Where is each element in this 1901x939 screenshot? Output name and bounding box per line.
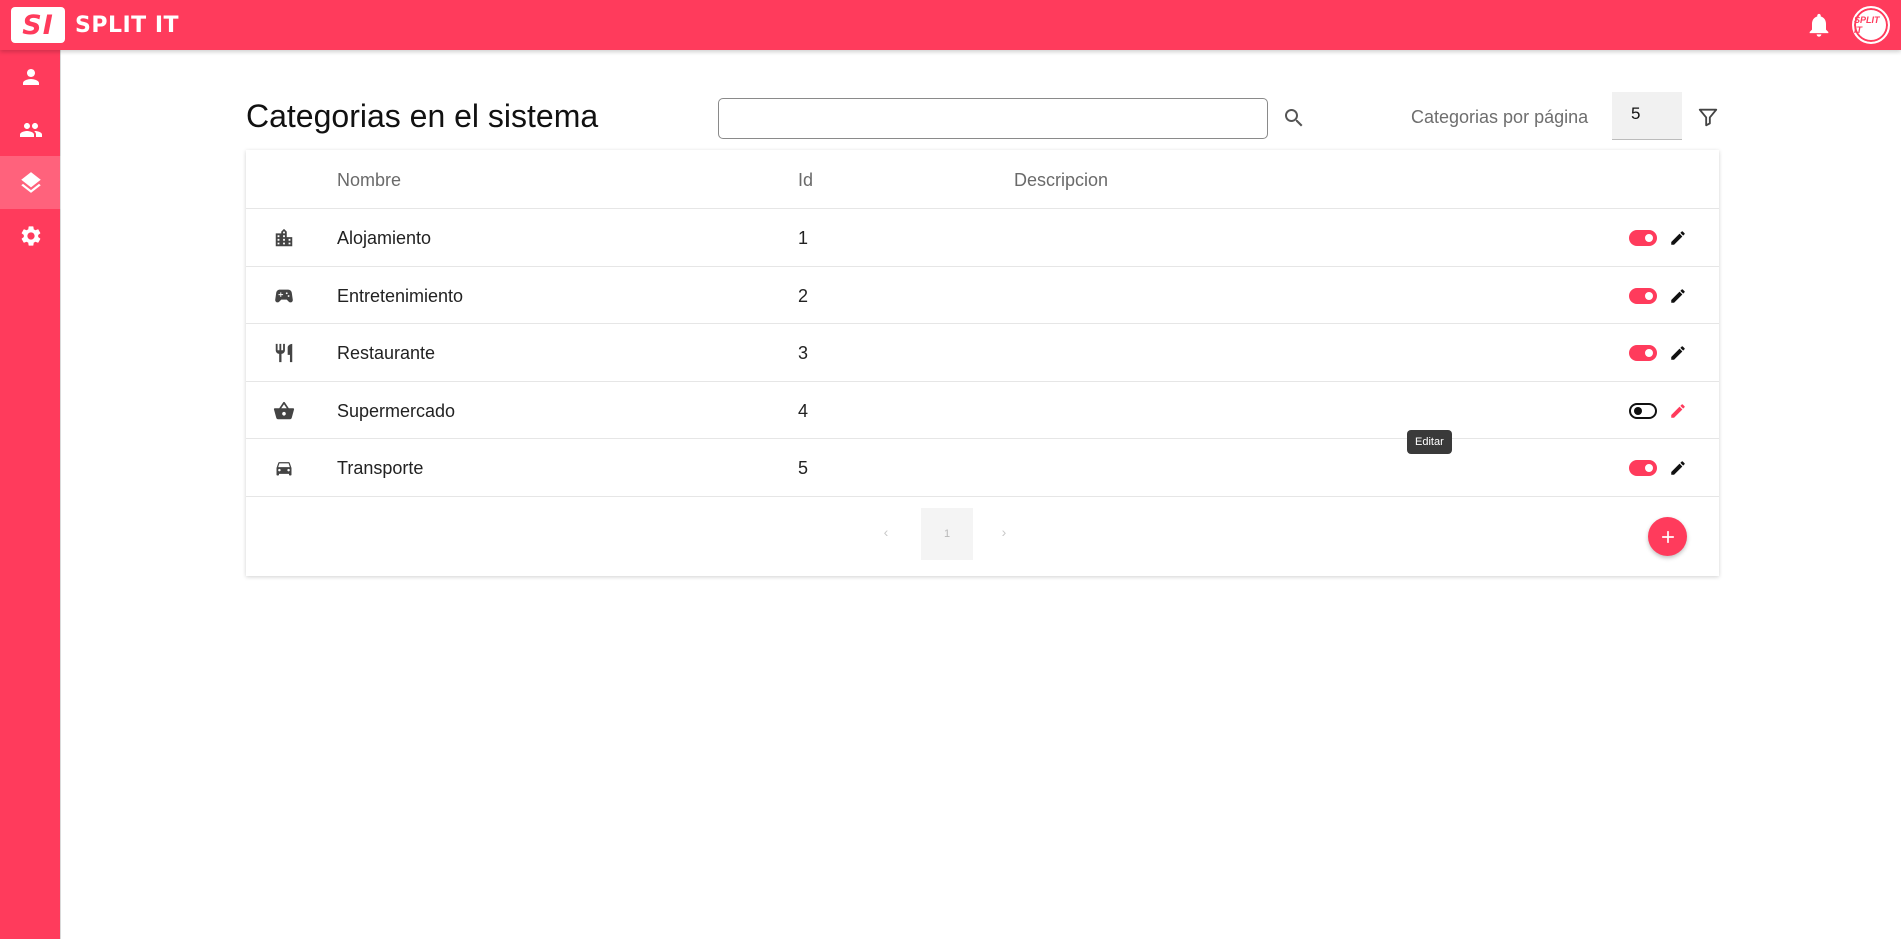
search-icon xyxy=(1285,109,1303,127)
page-header: Categorias en el sistema Categorias por … xyxy=(246,88,1719,144)
gamepad-icon xyxy=(271,283,297,309)
pencil-icon xyxy=(1671,461,1685,475)
user-avatar[interactable]: SPLIT IT xyxy=(1852,6,1890,44)
layers-icon xyxy=(20,171,41,193)
previous-page-button[interactable]: ‹ xyxy=(877,523,895,541)
categories-table: Nombre Id Descripcion Alojamiento 1 Entr… xyxy=(246,150,1719,576)
table-row: Transporte 5 xyxy=(246,439,1719,497)
status-toggle[interactable] xyxy=(1629,402,1657,419)
header-description[interactable]: Descripcion xyxy=(1014,170,1108,191)
restaurant-icon xyxy=(271,340,297,366)
edit-button[interactable] xyxy=(1667,400,1689,422)
filter-icon xyxy=(1698,108,1718,127)
status-toggle[interactable] xyxy=(1629,230,1657,246)
shopping-basket-icon xyxy=(271,398,297,424)
category-name: Supermercado xyxy=(337,400,456,421)
pencil-icon xyxy=(1671,346,1685,360)
status-toggle[interactable] xyxy=(1629,460,1657,476)
edit-button[interactable] xyxy=(1667,285,1689,307)
group-icon xyxy=(19,122,42,137)
category-id: 3 xyxy=(798,343,809,363)
search-button[interactable] xyxy=(1278,102,1310,134)
gear-icon xyxy=(21,225,40,246)
pencil-icon xyxy=(1671,288,1685,303)
brand[interactable]: SI SPLIT IT xyxy=(11,7,179,43)
edit-button[interactable] xyxy=(1667,227,1689,249)
sidebar-item-settings[interactable] xyxy=(0,209,61,262)
status-toggle[interactable] xyxy=(1629,287,1657,304)
search-input[interactable] xyxy=(718,98,1268,139)
person-icon xyxy=(22,68,39,85)
app-name: SPLIT IT xyxy=(75,12,180,38)
sidebar-item-categories[interactable] xyxy=(0,156,61,209)
category-id: 1 xyxy=(798,228,809,248)
edit-tooltip: Editar xyxy=(1407,430,1452,454)
category-id: 5 xyxy=(798,458,809,478)
notifications-bell-icon[interactable] xyxy=(1802,8,1836,42)
building-icon xyxy=(271,225,297,251)
app-logo: SI xyxy=(11,7,65,43)
status-toggle[interactable] xyxy=(1629,345,1657,361)
category-name: Alojamiento xyxy=(337,228,432,248)
sidebar xyxy=(0,50,61,939)
edit-button[interactable] xyxy=(1667,457,1689,479)
sidebar-item-groups[interactable] xyxy=(0,103,61,156)
pagination: ‹ 1 › xyxy=(246,505,1719,561)
page-title: Categorias en el sistema xyxy=(246,98,599,134)
per-page-select[interactable]: 5 xyxy=(1612,92,1682,140)
car-icon xyxy=(271,455,297,481)
category-name: Entretenimiento xyxy=(337,285,464,306)
table-row: Alojamiento 1 xyxy=(246,209,1719,267)
header-name[interactable]: Nombre xyxy=(337,170,401,191)
category-id: 4 xyxy=(798,400,809,421)
plus-icon xyxy=(1661,530,1674,543)
top-bar: SI SPLIT IT SPLIT IT xyxy=(0,0,1901,50)
category-id: 2 xyxy=(798,285,809,306)
per-page-label: Categorias por página xyxy=(1411,107,1589,127)
top-bar-actions: SPLIT IT xyxy=(1802,6,1890,44)
edit-button[interactable] xyxy=(1667,342,1689,364)
header-id[interactable]: Id xyxy=(798,170,813,191)
page-number-button[interactable]: 1 xyxy=(921,508,973,560)
add-category-button[interactable] xyxy=(1648,517,1687,556)
table-row: Entretenimiento 2 xyxy=(246,267,1719,324)
filter-button[interactable] xyxy=(1693,102,1723,132)
table-row: Supermercado 4 xyxy=(246,382,1719,439)
pencil-icon xyxy=(1671,231,1685,245)
category-name: Restaurante xyxy=(337,343,436,363)
table-header: Nombre Id Descripcion xyxy=(246,150,1719,209)
category-name: Transporte xyxy=(337,458,424,478)
pencil-icon xyxy=(1671,403,1685,418)
sidebar-item-users[interactable] xyxy=(0,50,61,103)
next-page-button[interactable]: › xyxy=(995,523,1013,541)
table-row: Restaurante 3 xyxy=(246,324,1719,382)
